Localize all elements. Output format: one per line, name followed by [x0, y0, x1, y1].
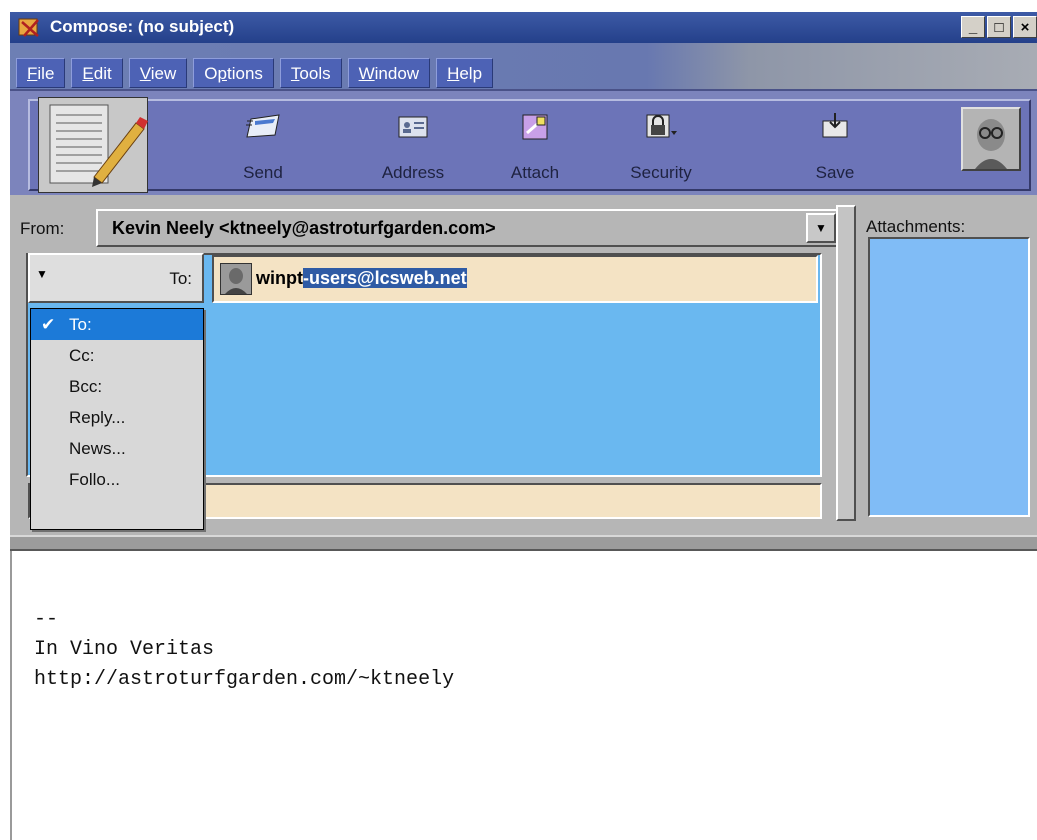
attachments-list[interactable]	[868, 237, 1030, 517]
menu-tools[interactable]: Tools	[279, 58, 342, 88]
pane-splitter[interactable]	[10, 535, 1037, 551]
recipient-type-selector[interactable]: ▼ To:	[28, 253, 204, 303]
option-reply[interactable]: Reply...	[31, 402, 203, 433]
menu-options[interactable]: Options	[193, 58, 274, 88]
avatar-portrait-icon	[963, 109, 1019, 169]
user-avatar[interactable]	[961, 107, 1021, 171]
send-envelope-icon	[246, 114, 280, 138]
from-selector[interactable]: Kevin Neely <ktneely@astroturfgarden.com…	[96, 209, 840, 247]
address-card-icon	[398, 116, 428, 138]
recipient-type-dropdown[interactable]: ✔ To: Cc: Bcc: Reply... News... Follo...	[30, 308, 204, 530]
option-followup[interactable]: Follo...	[31, 464, 203, 495]
menu-edit[interactable]: Edit	[71, 58, 123, 88]
security-lock-icon	[646, 114, 677, 138]
menu-bar: File Edit View Options Tools Window Help	[10, 43, 1037, 89]
app-icon	[18, 18, 39, 37]
option-to[interactable]: ✔ To:	[31, 309, 203, 340]
toolbar: Send Address Attach Security Save	[10, 89, 1037, 195]
menu-file[interactable]: File	[16, 58, 66, 88]
save-tray-icon	[822, 113, 848, 138]
menu-help[interactable]: Help	[436, 58, 494, 88]
minimize-button[interactable]: _	[961, 16, 985, 38]
save-button[interactable]: Save	[790, 105, 880, 187]
compose-notepad-icon	[38, 97, 148, 193]
attach-button[interactable]: Attach	[490, 105, 580, 187]
chevron-down-icon[interactable]: ▼	[806, 213, 836, 243]
recipient-address-selection: -users@lcsweb.net	[303, 268, 467, 288]
check-icon: ✔	[41, 315, 56, 334]
title-bar[interactable]: Compose: (no subject) _ □ ×	[10, 12, 1037, 43]
attach-paperclip-icon	[522, 114, 548, 140]
contact-avatar-icon	[220, 263, 252, 295]
chevron-down-icon: ▼	[36, 267, 48, 281]
menu-window[interactable]: Window	[347, 58, 431, 88]
option-bcc[interactable]: Bcc:	[31, 371, 203, 402]
menu-view[interactable]: View	[128, 58, 188, 88]
address-button[interactable]: Address	[368, 105, 458, 187]
security-button[interactable]: Security	[616, 105, 706, 187]
header-scrollbar[interactable]	[836, 205, 856, 521]
from-value: Kevin Neely <ktneely@astroturfgarden.com…	[112, 218, 496, 238]
send-button[interactable]: Send	[218, 105, 308, 187]
recipient-address-text: winpt	[256, 268, 303, 288]
option-news[interactable]: News...	[31, 433, 203, 464]
close-button[interactable]: ×	[1013, 16, 1037, 38]
option-cc[interactable]: Cc:	[31, 340, 203, 371]
signature-text: -- In Vino Veritas http://astroturfgarde…	[34, 608, 455, 691]
maximize-button[interactable]: □	[987, 16, 1011, 38]
recipient-address-field[interactable]: winpt-users@lcsweb.net	[212, 255, 818, 303]
from-label: From:	[20, 219, 65, 238]
attachments-label: Attachments:	[866, 217, 966, 236]
window-title: Compose: (no subject)	[50, 17, 235, 36]
message-body[interactable]: -- In Vino Veritas http://astroturfgarde…	[10, 551, 1037, 840]
